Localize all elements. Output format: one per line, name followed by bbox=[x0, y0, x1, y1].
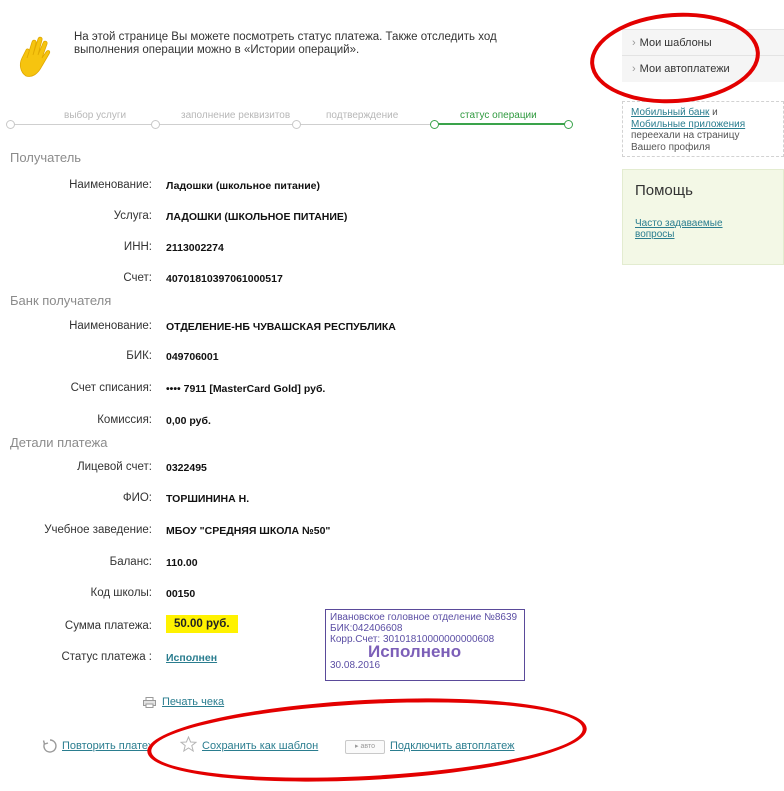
repeat-icon bbox=[42, 739, 57, 753]
sidebar-item-autopayments[interactable]: Мои автоплатежи bbox=[632, 63, 730, 75]
sidebar-item-templates[interactable]: Мои шаблоны bbox=[632, 37, 712, 49]
mobile-notice-text: переехали на страницу Вашего профиля bbox=[631, 130, 740, 153]
stamp-bik: БИК:042406608 bbox=[330, 623, 403, 634]
mobile-apps-link[interactable]: Мобильные приложения bbox=[631, 119, 745, 130]
recipient-name-label: Наименование: bbox=[69, 179, 152, 191]
fio-label: ФИО: bbox=[122, 492, 152, 504]
sum-label: Сумма платежа: bbox=[64, 620, 152, 632]
personal-account-label: Лицевой счет: bbox=[77, 461, 152, 473]
fee-label: Комиссия: bbox=[97, 414, 152, 426]
step-label-service: выбор услуги bbox=[64, 110, 127, 121]
mobile-bank-link[interactable]: Мобильный банк bbox=[631, 107, 709, 118]
section-bank-title: Банк получателя bbox=[10, 293, 112, 308]
debit-account-value: •••• 7911 [MasterCard Gold] руб. bbox=[166, 383, 326, 395]
auto-badge-play-icon: ▸ bbox=[355, 743, 359, 750]
school-code-value: 00150 bbox=[166, 588, 196, 600]
connect-autopay-link[interactable]: Подключить автоплатеж bbox=[390, 740, 515, 752]
personal-account-value: 0322495 bbox=[166, 462, 207, 474]
account-value: 40701810397061000517 bbox=[166, 273, 283, 285]
service-value: ЛАДОШКИ (ШКОЛЬНОЕ ПИТАНИЕ) bbox=[166, 211, 348, 223]
stamp-date: 30.08.2016 bbox=[330, 660, 381, 671]
account-label: Счет: bbox=[123, 272, 152, 284]
mobile-and: и bbox=[709, 107, 718, 118]
mobile-notice: Мобильный банк и Мобильные приложения пе… bbox=[622, 101, 784, 157]
school-code-label: Код школы: bbox=[90, 587, 152, 599]
balance-value: 110.00 bbox=[166, 557, 198, 569]
hand-icon bbox=[19, 36, 51, 77]
debit-account-label: Счет списания: bbox=[70, 382, 152, 394]
step-label-details: заполнение реквизитов bbox=[181, 110, 291, 121]
auto-badge-label: авто bbox=[360, 743, 375, 750]
school-label: Учебное заведение: bbox=[44, 524, 152, 536]
sum-value: 50.00 руб. bbox=[166, 615, 238, 633]
section-recipient-title: Получатель bbox=[10, 150, 82, 165]
save-template-link[interactable]: Сохранить как шаблон bbox=[202, 740, 318, 752]
star-icon bbox=[180, 736, 197, 752]
help-title: Помощь bbox=[635, 182, 693, 199]
step-dot bbox=[151, 120, 160, 129]
bank-name-label: Наименование: bbox=[69, 320, 152, 332]
step-dot bbox=[564, 120, 573, 129]
step-dot bbox=[430, 120, 439, 129]
status-label: Статус платежа : bbox=[61, 651, 152, 663]
auto-badge: ▸ авто bbox=[345, 740, 385, 754]
service-label: Услуга: bbox=[113, 210, 152, 222]
bik-label: БИК: bbox=[126, 350, 152, 362]
repeat-payment-link[interactable]: Повторить платеж bbox=[62, 740, 150, 752]
print-receipt-link[interactable]: Печать чека bbox=[162, 696, 224, 708]
inn-label: ИНН: bbox=[123, 241, 152, 253]
step-dot bbox=[292, 120, 301, 129]
recipient-name-value: Ладошки (школьное питание) bbox=[166, 180, 320, 192]
balance-label: Баланс: bbox=[109, 556, 152, 568]
faq-link[interactable]: Часто задаваемые вопросы bbox=[635, 218, 755, 240]
help-panel: Помощь Часто задаваемые вопросы bbox=[622, 169, 784, 265]
stamp-status: Исполнено bbox=[368, 642, 462, 661]
step-label-status: статус операции bbox=[460, 110, 537, 121]
bank-stamp: Ивановское головное отделение №8639 БИК:… bbox=[325, 609, 525, 681]
intro-text: На этой странице Вы можете посмотреть ст… bbox=[74, 31, 497, 56]
fio-value: ТОРШИНИНА Н. bbox=[166, 493, 250, 505]
steps-progress: выбор услуги заполнение реквизитов подтв… bbox=[6, 110, 573, 136]
printer-icon bbox=[143, 697, 156, 708]
inn-value: 2113002274 bbox=[166, 242, 224, 254]
section-details-title: Детали платежа bbox=[10, 435, 108, 450]
status-value-link[interactable]: Исполнен bbox=[166, 652, 217, 664]
school-value: МБОУ "СРЕДНЯЯ ШКОЛА №50" bbox=[166, 525, 331, 537]
stamp-branch: Ивановское головное отделение №8639 bbox=[330, 612, 518, 623]
fee-value: 0,00 руб. bbox=[166, 415, 211, 427]
bank-name-value: ОТДЕЛЕНИЕ-НБ ЧУВАШСКАЯ РЕСПУБЛИКА bbox=[166, 321, 396, 333]
step-label-confirm: подтверждение bbox=[326, 110, 399, 121]
step-dot bbox=[6, 120, 15, 129]
bik-value: 049706001 bbox=[166, 351, 219, 363]
sidebar-menu: Мои шаблоны Мои автоплатежи bbox=[622, 29, 784, 82]
